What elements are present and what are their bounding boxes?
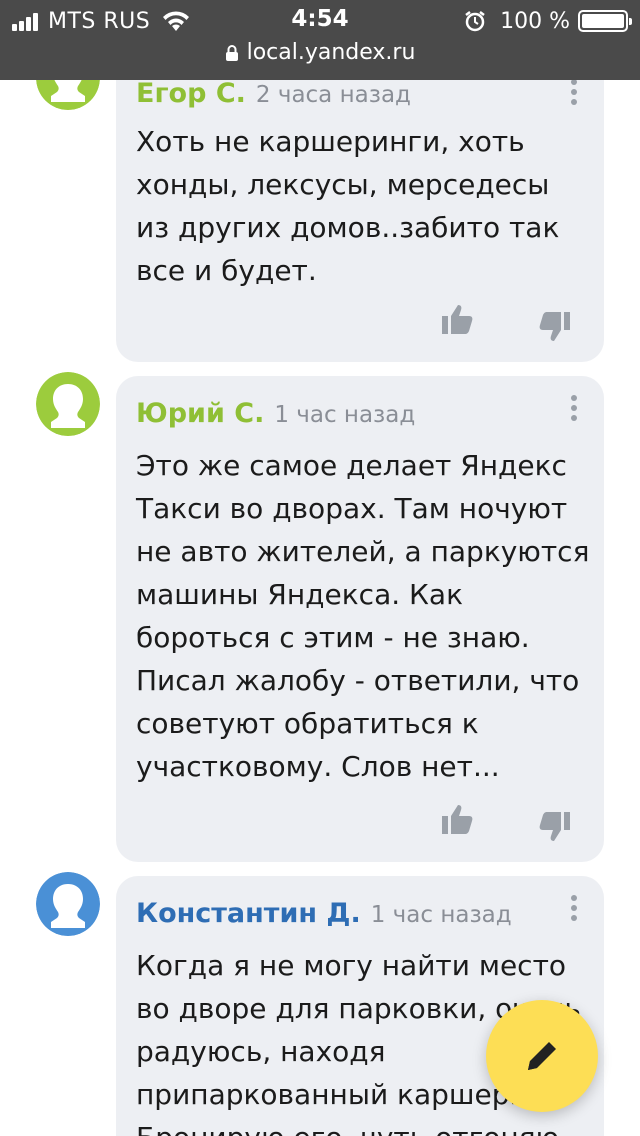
- status-right: 100 %: [464, 8, 632, 34]
- thumbs-down-icon[interactable]: [538, 310, 572, 344]
- more-icon[interactable]: [570, 394, 578, 422]
- comment-text: Это же самое делает Яндекс Такси во двор…: [136, 449, 590, 783]
- write-comment-button[interactable]: [486, 1000, 598, 1112]
- page: Егор С. 2 часа назад Хоть не каршеринги, …: [0, 0, 640, 1136]
- url-text: local.yandex.ru: [246, 40, 416, 65]
- author-name: Егор С.: [136, 78, 246, 109]
- comment-card: Юрий С. 1 час назад Это же самое делает Я…: [116, 376, 604, 862]
- comment-age: 1 час назад: [370, 902, 512, 928]
- user-silhouette-icon: [36, 872, 100, 936]
- battery-percent: 100 %: [500, 8, 570, 34]
- comment-author[interactable]: Егор С. 2 часа назад: [136, 78, 411, 109]
- comment-author[interactable]: Константин Д. 1 час назад: [136, 898, 512, 929]
- battery-icon: [578, 10, 632, 32]
- more-icon[interactable]: [570, 894, 578, 922]
- comment-author[interactable]: Юрий С. 1 час назад: [136, 398, 415, 429]
- alarm-icon: [465, 11, 485, 32]
- thumbs-up-icon[interactable]: [440, 802, 474, 836]
- status-bar: MTS RUS 4:54 100 % local.yandex.ru: [0, 0, 640, 80]
- avatar[interactable]: [36, 872, 100, 936]
- author-name: Юрий С.: [136, 398, 265, 429]
- avatar[interactable]: [36, 372, 100, 436]
- pencil-icon: [528, 1042, 556, 1070]
- thumbs-up-icon[interactable]: [440, 302, 474, 336]
- author-name: Константин Д.: [136, 898, 361, 929]
- comment-age: 2 часа назад: [255, 82, 411, 108]
- comment-card: Егор С. 2 часа назад Хоть не каршеринги, …: [116, 40, 604, 362]
- comment-age: 1 час назад: [274, 402, 416, 428]
- lock-icon: [225, 44, 238, 61]
- url-bar[interactable]: local.yandex.ru: [0, 40, 640, 65]
- more-icon[interactable]: [570, 78, 578, 106]
- thumbs-down-icon[interactable]: [538, 810, 572, 844]
- user-silhouette-icon: [36, 372, 100, 436]
- comment-text: Хоть не каршеринги, хоть хонды, лексусы,…: [136, 125, 560, 287]
